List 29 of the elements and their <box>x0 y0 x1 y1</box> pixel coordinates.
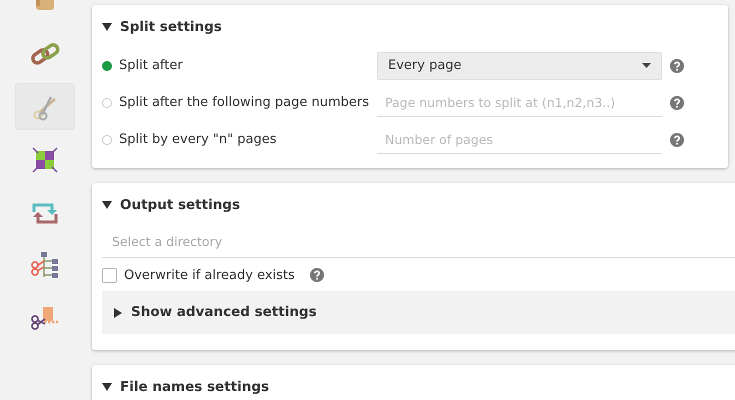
rotate-arrows-icon <box>30 200 60 224</box>
section-title: File names settings <box>120 378 270 397</box>
help-icon[interactable] <box>670 96 684 110</box>
radio-button[interactable] <box>102 98 112 108</box>
caret-down-icon <box>642 63 651 68</box>
scissors-tree-icon <box>30 250 60 280</box>
help-icon[interactable] <box>310 268 324 282</box>
scissors-size-icon <box>30 304 60 332</box>
section-header[interactable]: Output settings <box>92 183 735 226</box>
checkbox[interactable] <box>102 268 117 283</box>
chain-link-icon <box>30 40 60 66</box>
section-title: Output settings <box>120 196 240 216</box>
directory-field[interactable]: Select a directory <box>102 226 735 258</box>
help-icon[interactable] <box>670 132 684 147</box>
option-label: Split after <box>119 57 184 75</box>
checkbox-label: Overwrite if already exists <box>124 266 295 284</box>
input-field[interactable]: Number of pages <box>377 126 662 154</box>
section-header[interactable]: Split settings <box>92 5 728 48</box>
radio-button[interactable] <box>102 134 112 145</box>
input-field[interactable]: Page numbers to split at (n1,n2,n3..) <box>377 88 662 117</box>
option-label: Split by every "n" pages <box>119 131 278 149</box>
advanced-settings-toggle[interactable]: Show advanced settings <box>102 291 735 334</box>
option-label: Split after the following page numbers <box>119 94 370 112</box>
dropdown[interactable]: Every page <box>377 52 662 80</box>
merge-squares-icon <box>32 146 58 174</box>
section-header[interactable]: File names settings <box>92 365 735 400</box>
help-icon[interactable] <box>670 58 684 73</box>
radio-button[interactable] <box>102 60 112 71</box>
section-title: Split settings <box>120 18 222 37</box>
